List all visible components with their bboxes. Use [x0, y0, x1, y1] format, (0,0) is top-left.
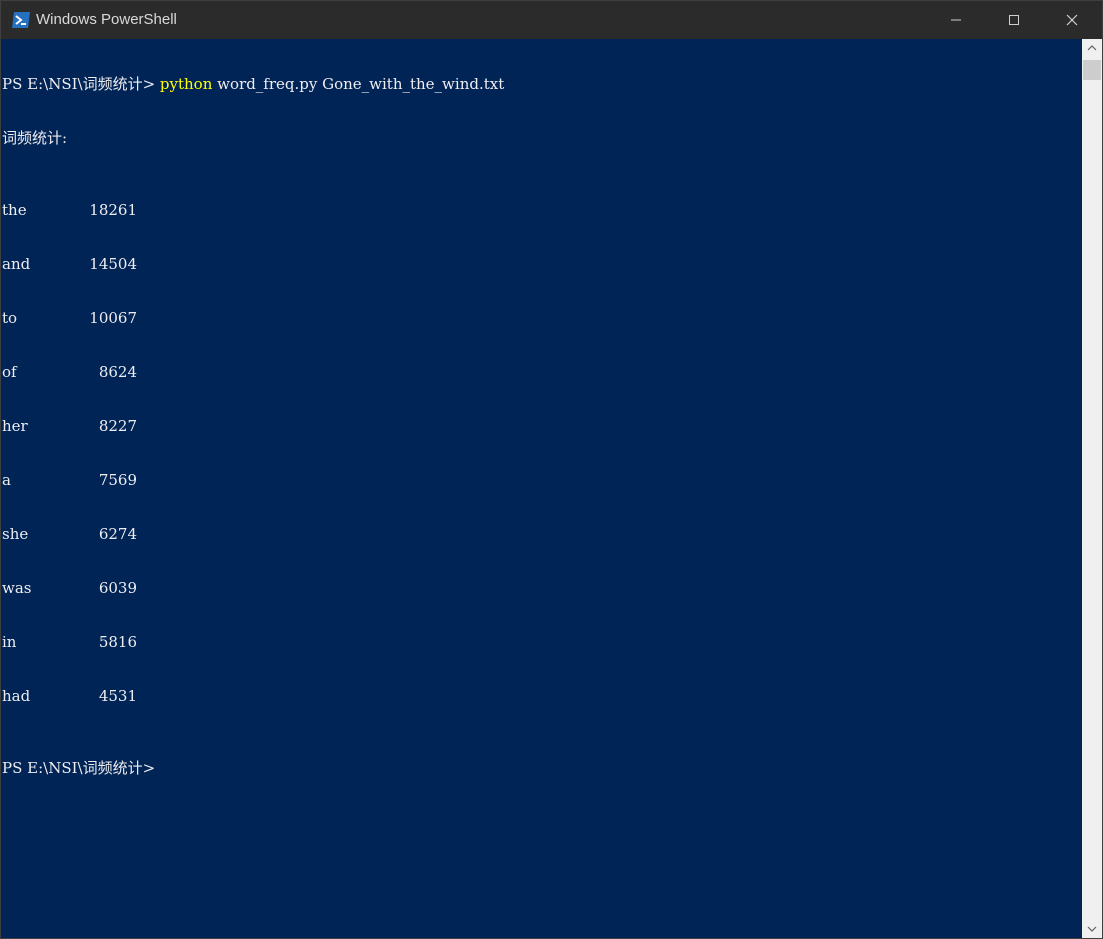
command-line: PS E:\NSI\词频统计> python word_freq.py Gone…: [2, 75, 504, 93]
word: the: [2, 201, 27, 219]
count: 4531: [98, 687, 137, 705]
terminal-output[interactable]: PS E:\NSI\词频统计> python word_freq.py Gone…: [1, 39, 1082, 938]
list-item: and 14504: [2, 255, 504, 273]
count: 8624: [98, 363, 137, 381]
word: was: [2, 579, 32, 597]
list-item: the 18261: [2, 201, 504, 219]
count: 5816: [98, 633, 137, 651]
count: 6039: [98, 579, 137, 597]
word: she: [2, 525, 29, 543]
close-icon: [1066, 14, 1078, 26]
list-item: her 8227: [2, 417, 504, 435]
scroll-up-button[interactable]: [1082, 39, 1102, 57]
list-item: was 6039: [2, 579, 504, 597]
list-item: she 6274: [2, 525, 504, 543]
minimize-button[interactable]: [927, 1, 985, 39]
word: to: [2, 309, 18, 327]
word: her: [2, 417, 28, 435]
count: 14504: [89, 255, 137, 273]
title-bar[interactable]: Windows PowerShell: [1, 1, 1102, 39]
window-title: Windows PowerShell: [36, 11, 177, 28]
vertical-scrollbar[interactable]: [1082, 39, 1102, 938]
word: and: [2, 255, 31, 273]
count: 10067: [89, 309, 137, 327]
prompt: PS E:\NSI\词频统计>: [2, 75, 160, 93]
list-item: a 7569: [2, 471, 504, 489]
chevron-up-icon: [1087, 45, 1097, 51]
output-header: 词频统计:: [2, 129, 68, 147]
final-prompt: PS E:\NSI\词频统计>: [2, 759, 156, 777]
scroll-down-button[interactable]: [1082, 920, 1102, 938]
word: a: [2, 471, 11, 489]
count: 7569: [98, 471, 137, 489]
word: had: [2, 687, 31, 705]
powershell-window: Windows PowerShell PS E:\NSI\词频统计> pytho…: [0, 0, 1103, 939]
word: of: [2, 363, 17, 381]
count: 6274: [98, 525, 137, 543]
count: 8227: [98, 417, 137, 435]
powershell-icon: [12, 12, 30, 28]
list-item: had 4531: [2, 687, 504, 705]
chevron-down-icon: [1087, 926, 1097, 932]
scroll-thumb[interactable]: [1083, 60, 1101, 80]
list-item: to 10067: [2, 309, 504, 327]
word: in: [2, 633, 17, 651]
maximize-icon: [1009, 15, 1019, 25]
count: 18261: [89, 201, 137, 219]
list-item: in 5816: [2, 633, 504, 651]
command-executable: python: [159, 75, 213, 93]
command-arguments: word_freq.py Gone_with_the_wind.txt: [212, 75, 505, 93]
minimize-icon: [951, 19, 961, 21]
maximize-button[interactable]: [985, 1, 1043, 39]
close-button[interactable]: [1043, 1, 1101, 39]
list-item: of 8624: [2, 363, 504, 381]
